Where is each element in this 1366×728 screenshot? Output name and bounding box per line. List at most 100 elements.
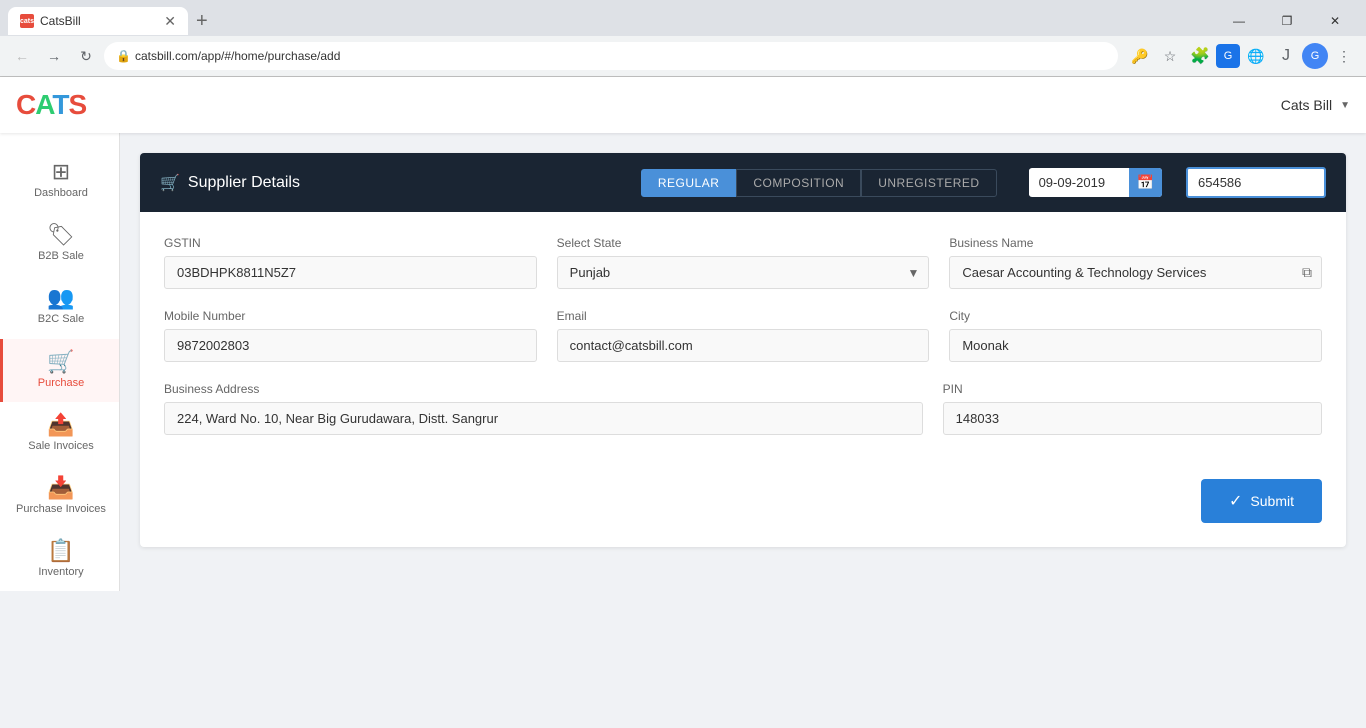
- star-icon[interactable]: ☆: [1156, 42, 1184, 70]
- mobile-label: Mobile Number: [164, 309, 537, 323]
- address-label: Business Address: [164, 382, 923, 396]
- email-label: Email: [557, 309, 930, 323]
- logo-s: S: [69, 89, 87, 120]
- logo-t: T: [52, 89, 68, 120]
- app-header-right[interactable]: Cats Bill ▼: [1281, 97, 1350, 113]
- email-group: Email: [557, 309, 930, 362]
- form-title-text: Supplier Details: [188, 174, 300, 192]
- logo-a: A: [35, 89, 52, 120]
- calendar-icon-button[interactable]: 📅: [1129, 168, 1162, 197]
- browser-chrome: cats CatsBill ✕ + — ❐ ✕ ← → ↻ 🔒 🔑 ☆ 🧩 G …: [0, 0, 1366, 77]
- state-group: Select State Punjab ▼: [557, 236, 930, 289]
- gstin-input[interactable]: [164, 256, 537, 289]
- window-controls: — ❐ ✕: [1216, 7, 1358, 35]
- submit-label: Submit: [1250, 493, 1294, 509]
- business-name-input[interactable]: [949, 256, 1322, 289]
- extension-icon3[interactable]: 🌐: [1242, 42, 1270, 70]
- state-label: Select State: [557, 236, 930, 250]
- purchase-invoices-icon: 📥: [47, 477, 74, 499]
- business-name-group: Business Name ⧉: [949, 236, 1322, 289]
- browser-toolbar-icons: 🔑 ☆ 🧩 G 🌐 J G ⋮: [1126, 42, 1358, 70]
- sidebar-item-b2b-sale[interactable]: 🏷 B2B Sale: [0, 212, 119, 275]
- address-group: Business Address: [164, 382, 923, 435]
- form-body: GSTIN Select State Punjab ▼ Busin: [140, 212, 1346, 479]
- sidebar-item-purchase-invoices[interactable]: 📥 Purchase Invoices: [0, 465, 119, 528]
- sidebar-label-purchase-invoices: Purchase Invoices: [16, 503, 106, 516]
- sidebar-item-inventory[interactable]: 📋 Inventory: [0, 528, 119, 591]
- purchase-icon: 🛒: [47, 351, 74, 373]
- sidebar: ⊞ Dashboard 🏷 B2B Sale 👥 B2C Sale 🛒 Purc…: [0, 133, 120, 591]
- extension-icon1[interactable]: 🧩: [1186, 42, 1214, 70]
- forward-button[interactable]: →: [40, 42, 68, 70]
- b2b-sale-icon: 🏷: [47, 224, 75, 246]
- business-name-label: Business Name: [949, 236, 1322, 250]
- submit-button[interactable]: ✓ Submit: [1201, 479, 1322, 523]
- browser-tab[interactable]: cats CatsBill ✕: [8, 7, 188, 35]
- sidebar-item-b2c-sale[interactable]: 👥 B2C Sale: [0, 275, 119, 338]
- tab-close-button[interactable]: ✕: [164, 14, 176, 28]
- app-logo: CATS: [16, 89, 86, 121]
- main-layout: ⊞ Dashboard 🏷 B2B Sale 👥 B2C Sale 🛒 Purc…: [0, 133, 1366, 591]
- sidebar-item-sale-invoices[interactable]: 📤 Sale Invoices: [0, 402, 119, 465]
- tab-unregistered[interactable]: UNREGISTERED: [861, 169, 996, 197]
- sale-invoices-icon: 📤: [47, 414, 74, 436]
- sidebar-item-dashboard[interactable]: ⊞ Dashboard: [0, 149, 119, 212]
- address-bar-row: ← → ↻ 🔒 🔑 ☆ 🧩 G 🌐 J G ⋮: [0, 36, 1366, 76]
- tab-regular[interactable]: REGULAR: [641, 169, 737, 197]
- menu-icon[interactable]: ⋮: [1330, 42, 1358, 70]
- form-title: 🛒 Supplier Details: [160, 173, 300, 193]
- app-header: CATS Cats Bill ▼: [0, 77, 1366, 133]
- sidebar-label-purchase: Purchase: [38, 377, 84, 390]
- b2c-sale-icon: 👥: [47, 287, 74, 309]
- pin-label: PIN: [943, 382, 1322, 396]
- header-dropdown-icon[interactable]: ▼: [1340, 100, 1350, 111]
- business-name-input-wrapper: ⧉: [949, 256, 1322, 289]
- date-input[interactable]: [1029, 169, 1129, 196]
- address-input[interactable]: [164, 402, 923, 435]
- pin-input[interactable]: [943, 402, 1322, 435]
- close-button[interactable]: ✕: [1312, 7, 1358, 35]
- inventory-icon: 📋: [47, 540, 74, 562]
- invoice-number-input[interactable]: [1186, 167, 1326, 198]
- maximize-button[interactable]: ❐: [1264, 7, 1310, 35]
- extension-icon2[interactable]: G: [1216, 44, 1240, 68]
- form-row-1: GSTIN Select State Punjab ▼ Busin: [164, 236, 1322, 289]
- submit-check-icon: ✓: [1229, 491, 1242, 511]
- address-input[interactable]: [135, 49, 1106, 63]
- extension-icon4[interactable]: J: [1272, 42, 1300, 70]
- gstin-group: GSTIN: [164, 236, 537, 289]
- state-select[interactable]: Punjab: [557, 256, 930, 289]
- address-bar-wrapper[interactable]: 🔒: [104, 42, 1118, 70]
- form-title-icon: 🛒: [160, 173, 180, 193]
- supplier-type-tabs: REGULAR COMPOSITION UNREGISTERED: [641, 169, 997, 197]
- form-row-2: Mobile Number Email City: [164, 309, 1322, 362]
- sidebar-label-inventory: Inventory: [38, 566, 83, 579]
- reload-button[interactable]: ↻: [72, 42, 100, 70]
- gstin-label: GSTIN: [164, 236, 537, 250]
- tab-title: CatsBill: [40, 14, 81, 28]
- mobile-input[interactable]: [164, 329, 537, 362]
- copy-icon[interactable]: ⧉: [1302, 264, 1312, 281]
- tab-composition[interactable]: COMPOSITION: [736, 169, 861, 197]
- bookmark-icon[interactable]: 🔑: [1126, 42, 1154, 70]
- tab-favicon: cats: [20, 14, 34, 28]
- profile-avatar[interactable]: G: [1302, 43, 1328, 69]
- sidebar-label-dashboard: Dashboard: [34, 187, 88, 200]
- dashboard-icon: ⊞: [52, 161, 70, 183]
- back-button[interactable]: ←: [8, 42, 36, 70]
- tab-bar: cats CatsBill ✕ + — ❐ ✕: [0, 0, 1366, 36]
- logo-c: C: [16, 89, 35, 120]
- sidebar-label-sale-invoices: Sale Invoices: [28, 440, 93, 453]
- app-header-title: Cats Bill: [1281, 97, 1332, 113]
- city-input[interactable]: [949, 329, 1322, 362]
- content-area: 🛒 Supplier Details REGULAR COMPOSITION U…: [120, 133, 1366, 591]
- date-input-group: 📅: [1029, 168, 1162, 197]
- supplier-details-card: 🛒 Supplier Details REGULAR COMPOSITION U…: [140, 153, 1346, 547]
- new-tab-button[interactable]: +: [192, 10, 212, 33]
- email-input[interactable]: [557, 329, 930, 362]
- city-group: City: [949, 309, 1322, 362]
- form-row-3: Business Address PIN: [164, 382, 1322, 435]
- sidebar-item-purchase[interactable]: 🛒 Purchase: [0, 339, 119, 402]
- minimize-button[interactable]: —: [1216, 7, 1262, 35]
- mobile-group: Mobile Number: [164, 309, 537, 362]
